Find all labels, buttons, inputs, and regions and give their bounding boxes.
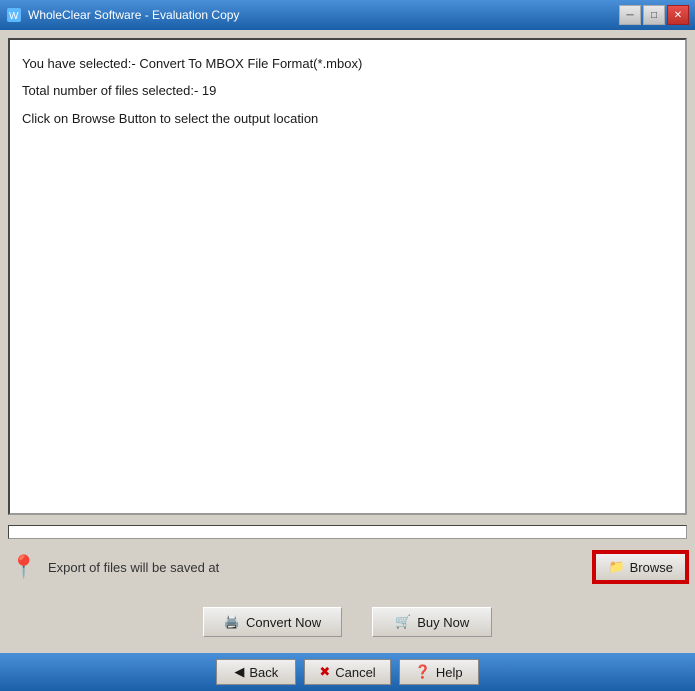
cancel-icon: ✖ [319,664,330,680]
nav-bar: ◀ Back ✖ Cancel ❓ Help [0,653,695,691]
browse-button[interactable]: 📁 Browse [594,552,687,582]
cancel-button[interactable]: ✖ Cancel [304,659,390,685]
svg-text:W: W [9,11,19,22]
cancel-label: Cancel [335,665,375,680]
progress-section: 📍 Export of files will be saved at 📁 Bro… [8,521,687,591]
main-window: You have selected:- Convert To MBOX File… [0,30,695,653]
close-button[interactable]: ✕ [667,5,689,25]
info-area: You have selected:- Convert To MBOX File… [8,38,687,515]
convert-icon: 🖨️ [224,614,240,630]
location-icon: 📍 [8,551,40,583]
map-pin-icon: 📍 [10,554,37,580]
minimize-button[interactable]: ─ [619,5,641,25]
info-line-2: Total number of files selected:- 19 [22,79,673,102]
buy-now-button[interactable]: 🛒 Buy Now [372,607,492,637]
info-line-3: Click on Browse Button to select the out… [22,107,673,130]
browse-button-label: Browse [630,560,673,575]
buy-now-label: Buy Now [417,615,469,630]
help-label: Help [436,665,463,680]
maximize-button[interactable]: □ [643,5,665,25]
convert-now-label: Convert Now [246,615,321,630]
progress-bar [8,525,687,539]
back-label: Back [249,665,278,680]
cart-icon: 🛒 [395,614,411,630]
action-row: 🖨️ Convert Now 🛒 Buy Now [8,597,687,645]
title-bar-text: WholeClear Software - Evaluation Copy [28,8,619,22]
browse-row: 📍 Export of files will be saved at 📁 Bro… [8,547,687,587]
window-controls: ─ □ ✕ [619,5,689,25]
browse-label: Export of files will be saved at [48,560,586,575]
app-icon: W [6,7,22,23]
title-bar: W WholeClear Software - Evaluation Copy … [0,0,695,30]
back-button[interactable]: ◀ Back [216,659,296,685]
info-line-1: You have selected:- Convert To MBOX File… [22,52,673,75]
help-icon: ❓ [415,664,431,680]
convert-now-button[interactable]: 🖨️ Convert Now [203,607,342,637]
help-button[interactable]: ❓ Help [399,659,479,685]
folder-icon: 📁 [608,559,624,575]
back-icon: ◀ [234,664,244,680]
